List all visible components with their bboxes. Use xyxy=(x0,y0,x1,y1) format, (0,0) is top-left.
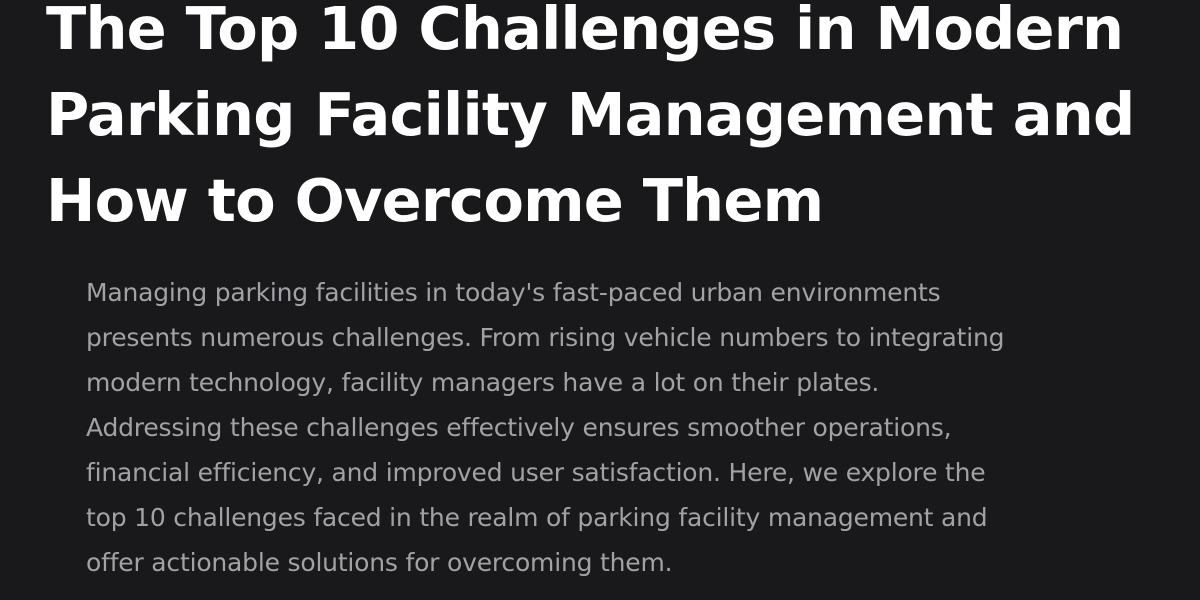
intro-line: offer actionable solutions for overcomin… xyxy=(86,548,673,577)
intro-line: modern technology, facility managers hav… xyxy=(86,368,880,397)
article-title: The Top 10 Challenges in Modern Parking … xyxy=(46,0,1152,244)
article-page: The Top 10 Challenges in Modern Parking … xyxy=(0,0,1200,586)
article-title-line: The Top 10 Challenges in Modern xyxy=(46,0,1124,63)
intro-line: Addressing these challenges effectively … xyxy=(86,413,952,442)
intro-line: top 10 challenges faced in the realm of … xyxy=(86,503,988,532)
intro-line: presents numerous challenges. From risin… xyxy=(86,323,1005,352)
article-title-line: How to Overcome Them xyxy=(46,166,824,235)
intro-line: Managing parking facilities in today's f… xyxy=(86,278,941,307)
article-intro-paragraph: Managing parking facilities in today's f… xyxy=(86,270,1136,585)
intro-line: financial efficiency, and improved user … xyxy=(86,458,986,487)
article-title-line: Parking Facility Management and xyxy=(46,80,1135,149)
